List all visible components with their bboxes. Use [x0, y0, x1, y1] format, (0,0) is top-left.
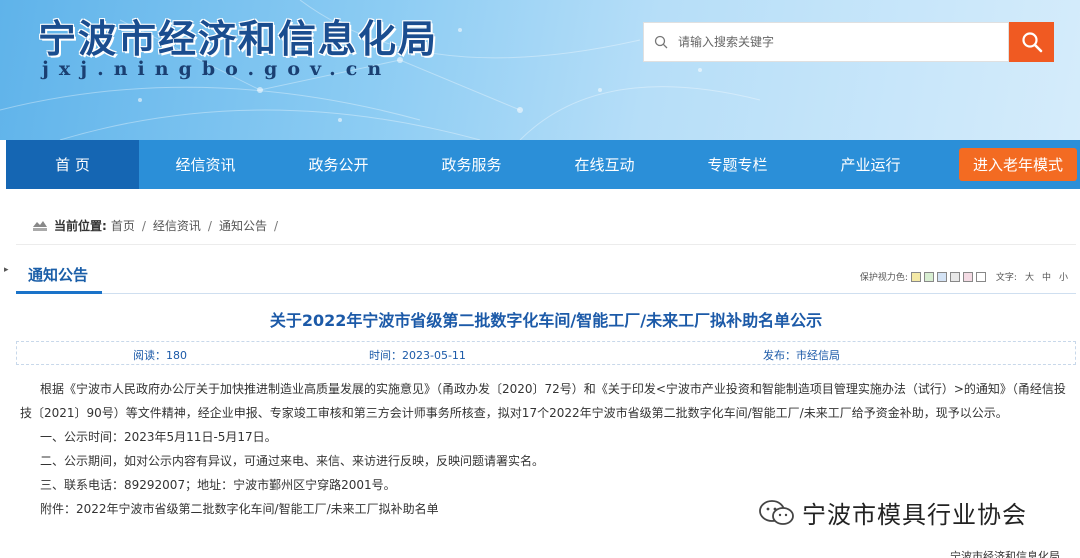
section-title: 通知公告	[16, 262, 102, 294]
divider	[16, 244, 1076, 245]
paragraph: 三、联系电话：89292007；地址：宁波市鄞州区宁穿路2001号。	[40, 478, 396, 492]
site-title: 宁波市经济和信息化局	[38, 16, 439, 61]
breadcrumb-notices[interactable]: 通知公告	[219, 217, 267, 234]
nav-item-interaction[interactable]: 在线互动	[538, 140, 671, 189]
breadcrumb-label: 当前位置:	[54, 219, 107, 233]
font-size-medium[interactable]: 中	[1042, 270, 1051, 283]
site-domain: jxj.ningbo.gov.cn	[42, 58, 392, 80]
paragraph: 二、公示期间，如对公示内容有异议，可通过来电、来信、来访进行反映，反映问题请署实…	[40, 454, 545, 468]
paragraph: 根据《宁波市人民政府办公厅关于加快推进制造业高质量发展的实施意见》（甬政办发〔2…	[20, 382, 1066, 420]
nav-item-services[interactable]: 政务服务	[405, 140, 538, 189]
search-icon	[654, 35, 668, 49]
paragraph: 一、公示时间：2023年5月11日-5月17日。	[40, 430, 277, 444]
eye-care-swatch-gray[interactable]	[949, 271, 960, 282]
eye-care-swatch-yellow[interactable]	[910, 271, 921, 282]
footer-text: 宁波市经济和信息化局	[950, 550, 1060, 558]
eye-care-swatch-blue[interactable]	[936, 271, 947, 282]
search-button[interactable]	[1009, 22, 1054, 62]
nav-item-industry[interactable]: 产业运行	[804, 140, 937, 189]
font-size-small[interactable]: 小	[1059, 270, 1068, 283]
magnifier-icon	[1021, 32, 1042, 53]
breadcrumb: 当前位置: 首页 / 经信资讯 / 通知公告 /	[32, 217, 285, 234]
eye-care-swatch-green[interactable]	[923, 271, 934, 282]
breadcrumb-news[interactable]: 经信资讯	[153, 217, 201, 234]
eye-care-swatch-white[interactable]	[975, 271, 986, 282]
nav-item-home[interactable]: 首 页	[6, 140, 139, 189]
senior-mode-button[interactable]: 进入老年模式	[959, 148, 1077, 181]
publish-time: 时间：2023-05-11	[369, 349, 466, 362]
font-size-large[interactable]: 大	[1025, 270, 1034, 283]
main-nav: 首 页 经信资讯 政务公开 政务服务 在线互动 专题专栏 产业运行	[6, 140, 1080, 189]
breadcrumb-separator: /	[207, 218, 212, 233]
site-header: 宁波市经济和信息化局 jxj.ningbo.gov.cn	[0, 0, 1080, 140]
reading-tools: 保护视力色: 文字: 大 中 小	[860, 270, 1068, 283]
watermark-text: 宁波市模具行业协会	[802, 501, 1027, 529]
breadcrumb-separator: /	[141, 218, 146, 233]
nav-item-public-affairs[interactable]: 政务公开	[272, 140, 405, 189]
nav-item-news[interactable]: 经信资讯	[139, 140, 272, 189]
location-icon	[33, 220, 47, 231]
wechat-icon	[759, 499, 794, 525]
read-count: 阅读：180	[133, 349, 187, 362]
search-input[interactable]	[678, 35, 978, 49]
eye-care-swatch-pink[interactable]	[962, 271, 973, 282]
breadcrumb-separator: /	[273, 218, 278, 233]
eye-care-label: 保护视力色:	[859, 273, 908, 283]
search-box	[643, 22, 1009, 62]
publisher: 发布：市经信局	[763, 349, 840, 362]
watermark: 宁波市模具行业协会	[758, 495, 1027, 530]
section-header: 通知公告 保护视力色: 文字: 大 中 小	[16, 262, 1076, 294]
collapse-arrow-icon[interactable]: ▸	[4, 265, 9, 275]
article-meta: 阅读：180 时间：2023-05-11 发布：市经信局	[16, 341, 1076, 365]
breadcrumb-home[interactable]: 首页	[111, 217, 135, 234]
nav-item-topics[interactable]: 专题专栏	[671, 140, 804, 189]
article-title: 关于2022年宁波市省级第二批数字化车间/智能工厂/未来工厂拟补助名单公示	[269, 311, 823, 330]
font-size-label: 文字:	[995, 273, 1017, 283]
